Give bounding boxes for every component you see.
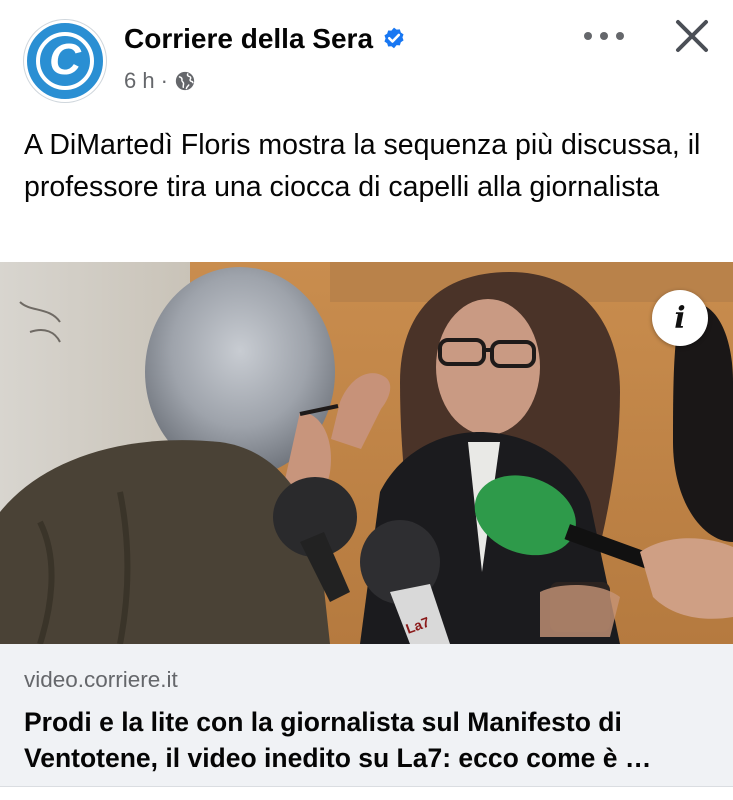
link-title[interactable]: Prodi e la lite con la giornalista sul M…: [24, 704, 714, 776]
avatar-logo-letter: C: [49, 35, 81, 84]
globe-icon: [175, 71, 195, 91]
post-meta: 6 h ·: [124, 68, 196, 94]
video-thumbnail[interactable]: La7: [0, 262, 733, 644]
page-name-link[interactable]: Corriere della Sera: [124, 23, 407, 55]
more-dot: [600, 32, 608, 40]
post-text: A DiMartedì Floris mostra la sequenza pi…: [24, 129, 701, 203]
link-preview-card[interactable]: video.corriere.it Prodi e la lite con la…: [0, 644, 733, 786]
more-dot: [584, 32, 592, 40]
post-divider: [0, 786, 733, 800]
close-icon[interactable]: [670, 14, 714, 58]
video-frame: La7: [0, 262, 733, 644]
post-timestamp[interactable]: 6 h: [124, 68, 155, 94]
info-icon[interactable]: i: [652, 290, 708, 346]
verified-badge-icon: [384, 27, 404, 49]
meta-separator: ·: [160, 68, 168, 93]
post-header: C Corriere della Sera 6 h ·: [0, 0, 733, 112]
page-name[interactable]: Corriere della Sera: [124, 23, 373, 55]
more-dot: [616, 32, 624, 40]
link-domain: video.corriere.it: [24, 667, 178, 692]
page-avatar[interactable]: C: [24, 20, 106, 102]
more-options-button[interactable]: [580, 22, 628, 50]
